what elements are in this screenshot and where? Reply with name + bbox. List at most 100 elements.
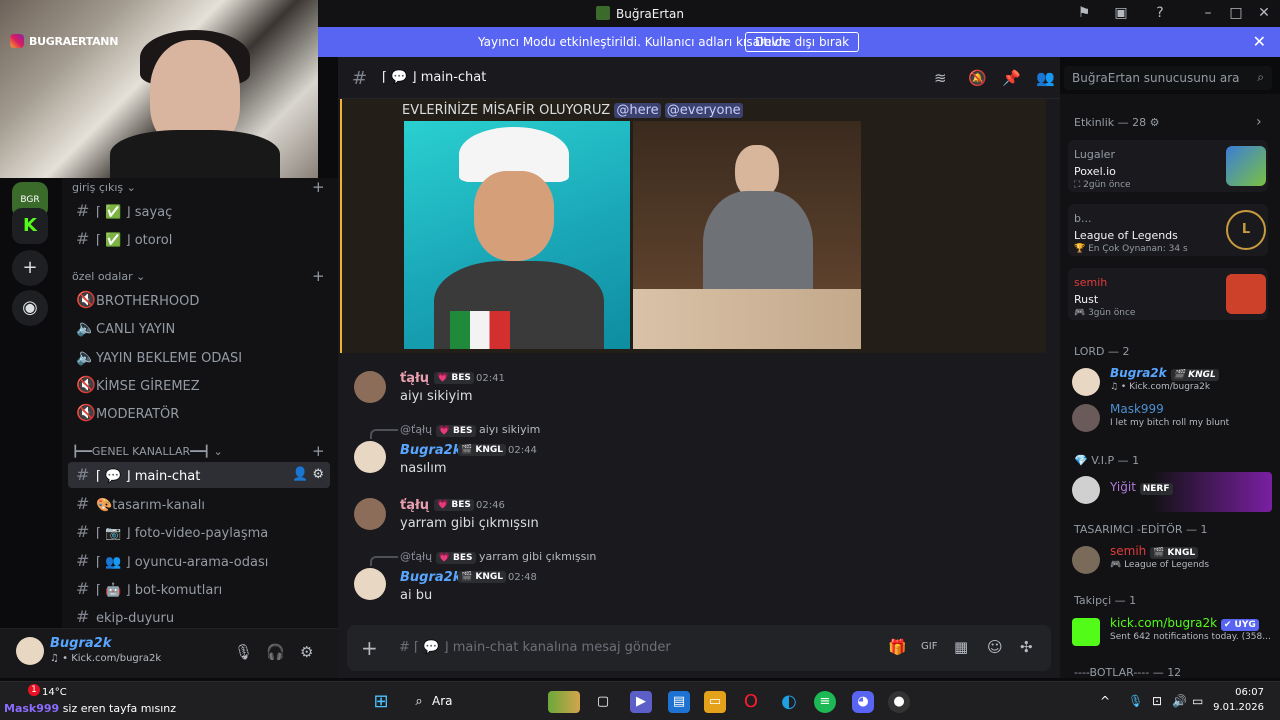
- activity-header[interactable]: Etkinlik — 28 ⚙: [1074, 116, 1160, 129]
- close-window-icon[interactable]: ✕: [1254, 4, 1274, 22]
- teams-icon[interactable]: ▶: [630, 691, 652, 713]
- weather-temp[interactable]: 14°C: [42, 687, 67, 698]
- headphones-icon[interactable]: 🎧: [266, 643, 285, 661]
- file-explorer-icon[interactable]: ▭: [704, 691, 726, 713]
- pin-icon[interactable]: 📌: [1002, 69, 1021, 87]
- message-input[interactable]: # ⌈ 💬 ⌋ main-chat kanalına mesaj gönder: [399, 640, 671, 655]
- mention-here[interactable]: @here: [614, 103, 661, 118]
- category-ozel-odalar[interactable]: özel odalar ⌄ +: [72, 267, 325, 285]
- user-settings-icon[interactable]: ⚙: [300, 643, 313, 661]
- discover-icon[interactable]: ◉: [12, 290, 48, 326]
- windows-start-icon[interactable]: ⊞: [370, 691, 392, 713]
- speaker-icon: 🔈: [76, 347, 96, 366]
- disable-streamer-mode-button[interactable]: Devre dışı bırak: [745, 32, 860, 52]
- avatar[interactable]: [16, 637, 44, 665]
- mention-everyone[interactable]: @everyone: [664, 103, 743, 118]
- member-item[interactable]: kick.com/bugra2k ✔ UYG Sent 642 notifica…: [1072, 614, 1272, 654]
- member-item[interactable]: Yiğit NERF: [1072, 472, 1272, 512]
- channel-bot-komutlari[interactable]: # ⌈ 🤖 ⌋ bot-komutları: [68, 576, 330, 602]
- message-author[interactable]: ťąłų: [400, 371, 429, 386]
- maximize-icon[interactable]: □: [1226, 4, 1246, 22]
- add-channel-icon[interactable]: +: [312, 178, 325, 196]
- channel-oyuncu-arama[interactable]: # ⌈ 👥 ⌋ oyuncu-arama-odası: [68, 548, 330, 574]
- apps-icon[interactable]: ✣: [1020, 638, 1033, 656]
- avatar[interactable]: [354, 568, 386, 600]
- channel-otorol[interactable]: # ⌈ ✅ ⌋ otorol: [68, 226, 330, 252]
- channel-tasarim-kanali[interactable]: # 🎨tasarım-kanalı: [68, 491, 330, 517]
- activity-card[interactable]: Lugaler Poxel.io ⛶ 2gün önce: [1068, 140, 1268, 192]
- task-view-icon[interactable]: ▢: [592, 691, 614, 713]
- activity-card[interactable]: b... League of Legends 🏆 En Çok Oynanan:…: [1068, 204, 1268, 256]
- member-item[interactable]: Bugra2k 🎬 KNGL ♫ • Kick.com/bugra2k: [1072, 364, 1272, 404]
- kick-server-icon[interactable]: K: [12, 208, 48, 244]
- server-search-input[interactable]: BuğraErtan sunucusunu ara ⌕: [1064, 66, 1272, 90]
- reply-preview[interactable]: @ťąłų 💗 BES yarram gibi çıkmışsın: [370, 550, 596, 566]
- voice-moderator[interactable]: 🔇MODERATÖR: [68, 400, 330, 426]
- inbox-icon[interactable]: ▣: [1111, 4, 1131, 22]
- channel-sayac[interactable]: # ⌈ ✅ ⌋ sayaç: [68, 198, 330, 224]
- avatar[interactable]: [354, 441, 386, 473]
- webcam-tag: BUGRAERTANN: [10, 34, 118, 48]
- activity-card[interactable]: semih Rust 🎮 3gün önce: [1068, 268, 1268, 320]
- message-author[interactable]: Bugra2k: [400, 570, 461, 585]
- chevron-right-icon[interactable]: ›: [1256, 114, 1262, 130]
- opera-icon[interactable]: O: [740, 691, 762, 713]
- channel-foto-video[interactable]: # ⌈ 📷 ⌋ foto-video-paylaşma: [68, 519, 330, 545]
- taskbar-search-label[interactable]: Ara: [432, 694, 453, 708]
- category-genel-kanallar[interactable]: ┣━━GENEL KANALLAR━━┫ ⌄ +: [72, 442, 325, 460]
- minimize-icon[interactable]: –: [1198, 4, 1218, 22]
- discord-icon[interactable]: ◕: [852, 691, 874, 713]
- message-composer[interactable]: + # ⌈ 💬 ⌋ main-chat kanalına mesaj gönde…: [347, 625, 1051, 671]
- notifications-muted-icon[interactable]: 🔕: [968, 69, 987, 87]
- avatar[interactable]: [354, 498, 386, 530]
- category-giris-cikis[interactable]: giriş çıkış ⌄ +: [72, 178, 325, 196]
- voice-kimse-giremez[interactable]: 🔇KİMSE GİREMEZ: [68, 372, 330, 398]
- clock-date[interactable]: 9.01.2026: [1212, 702, 1264, 713]
- spotify-icon[interactable]: ≡: [814, 691, 836, 713]
- user-name[interactable]: Bugra2k: [50, 636, 111, 651]
- channel-settings-icon[interactable]: ⚙: [312, 467, 324, 482]
- ticker-text: siz eren tayfa mısınz: [62, 702, 177, 715]
- widget-icon[interactable]: [548, 691, 580, 713]
- message-author[interactable]: Bugra2k: [400, 443, 461, 458]
- battery-icon[interactable]: ▭: [1192, 694, 1203, 708]
- store-icon[interactable]: ▤: [668, 691, 690, 713]
- microphone-icon[interactable]: 🎙: [234, 643, 253, 661]
- inbox-flag-icon[interactable]: ⚑: [1074, 4, 1094, 22]
- attachment-image-suit[interactable]: [633, 121, 861, 349]
- sticker-icon[interactable]: ▦: [954, 638, 968, 656]
- network-icon[interactable]: ⊡: [1152, 694, 1162, 708]
- attachment-image-chef[interactable]: [404, 121, 630, 349]
- add-attachment-icon[interactable]: +: [361, 636, 378, 660]
- add-channel-icon[interactable]: +: [312, 267, 325, 285]
- gift-icon[interactable]: 🎁: [888, 638, 907, 656]
- channel-ekip-duyuru[interactable]: # ekip-duyuru: [68, 604, 330, 630]
- member-list-icon[interactable]: 👥: [1036, 69, 1055, 87]
- search-icon[interactable]: ⌕: [408, 691, 430, 713]
- obs-icon[interactable]: ●: [888, 691, 910, 713]
- channel-main-chat[interactable]: # ⌈ 💬 ⌋ main-chat 👤 ⚙: [68, 462, 330, 488]
- member-item[interactable]: Mask999 I let my bitch roll my blunt: [1072, 400, 1272, 440]
- server-list: BGR K + ◉: [0, 178, 62, 628]
- banner-close-icon[interactable]: ✕: [1253, 32, 1266, 51]
- emoji-icon[interactable]: ☺: [987, 638, 1003, 656]
- member-item[interactable]: semih 🎬 KNGL 🎮 League of Legends: [1072, 542, 1272, 582]
- clock-time[interactable]: 06:07: [1222, 687, 1264, 698]
- edge-icon[interactable]: ◐: [778, 691, 800, 713]
- help-icon[interactable]: ?: [1150, 4, 1170, 22]
- gif-icon[interactable]: GIF: [921, 641, 937, 652]
- message-author[interactable]: ťąłų: [400, 498, 429, 513]
- threads-icon[interactable]: ≋: [934, 69, 947, 87]
- voice-brotherhood[interactable]: 🔇BROTHERHOOD: [68, 287, 330, 313]
- add-channel-icon[interactable]: +: [312, 442, 325, 460]
- voice-canli-yayin[interactable]: 🔈CANLI YAYIN: [68, 315, 330, 341]
- add-server-icon[interactable]: +: [12, 250, 48, 286]
- tray-chevron-icon[interactable]: ^: [1100, 694, 1110, 708]
- volume-icon[interactable]: 🔊: [1172, 694, 1187, 708]
- voice-yayin-bekleme[interactable]: 🔈YAYIN BEKLEME ODASI: [68, 344, 330, 370]
- mic-tray-icon[interactable]: 🎙: [1128, 694, 1143, 708]
- avatar[interactable]: [354, 371, 386, 403]
- avatar: [1072, 546, 1100, 574]
- invite-icon[interactable]: 👤: [292, 467, 308, 482]
- reply-preview[interactable]: @ťąłų 💗 BES aiyı sikiyim: [370, 423, 540, 439]
